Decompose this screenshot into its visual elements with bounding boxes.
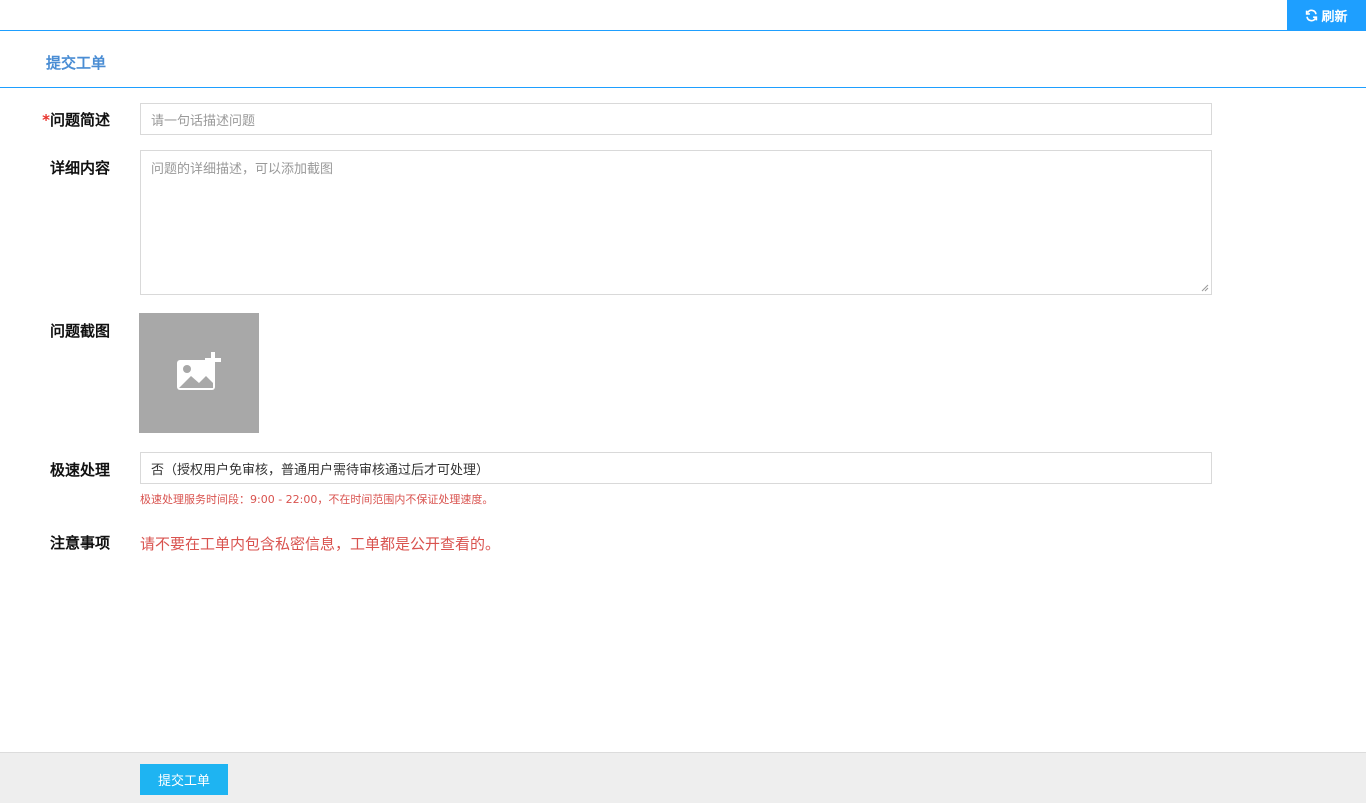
- express-label: 极速处理: [49, 461, 110, 479]
- section-divider: [0, 87, 1366, 88]
- details-placeholder: 问题的详细描述，可以添加截图: [151, 162, 334, 177]
- express-hint: 极速处理服务时间段：9:00 - 22:00，不在时间范围内不保证处理速度。: [140, 493, 494, 506]
- resize-handle-icon[interactable]: [1201, 284, 1209, 292]
- summary-label-text: 问题简述: [49, 111, 110, 129]
- express-select[interactable]: 否（授权用户免审核，普通用户需待审核通过后才可处理）: [140, 452, 1212, 484]
- refresh-label: 刷新: [1321, 10, 1348, 25]
- details-textarea[interactable]: 问题的详细描述，可以添加截图: [140, 150, 1212, 295]
- notice-text: 请不要在工单内包含私密信息，工单都是公开查看的。: [140, 535, 501, 553]
- summary-label: *问题简述: [20, 109, 110, 130]
- refresh-button[interactable]: 刷新: [1287, 0, 1366, 31]
- footer-bar: 提交工单: [0, 752, 1366, 803]
- section-title: 提交工单: [46, 54, 107, 72]
- refresh-icon: [1306, 9, 1318, 22]
- screenshot-upload[interactable]: [139, 313, 259, 433]
- add-image-icon: [177, 352, 221, 390]
- summary-placeholder: 请一句话描述问题: [151, 113, 256, 129]
- summary-input[interactable]: 请一句话描述问题: [140, 103, 1212, 135]
- submit-button[interactable]: 提交工单: [140, 764, 228, 795]
- express-value: 否（授权用户免审核，普通用户需待审核通过后才可处理）: [151, 462, 490, 478]
- notice-label: 注意事项: [49, 534, 110, 552]
- screenshot-label: 问题截图: [49, 322, 110, 340]
- top-bar: 刷新: [0, 0, 1366, 31]
- details-label: 详细内容: [49, 159, 110, 177]
- required-mark: *: [42, 111, 50, 129]
